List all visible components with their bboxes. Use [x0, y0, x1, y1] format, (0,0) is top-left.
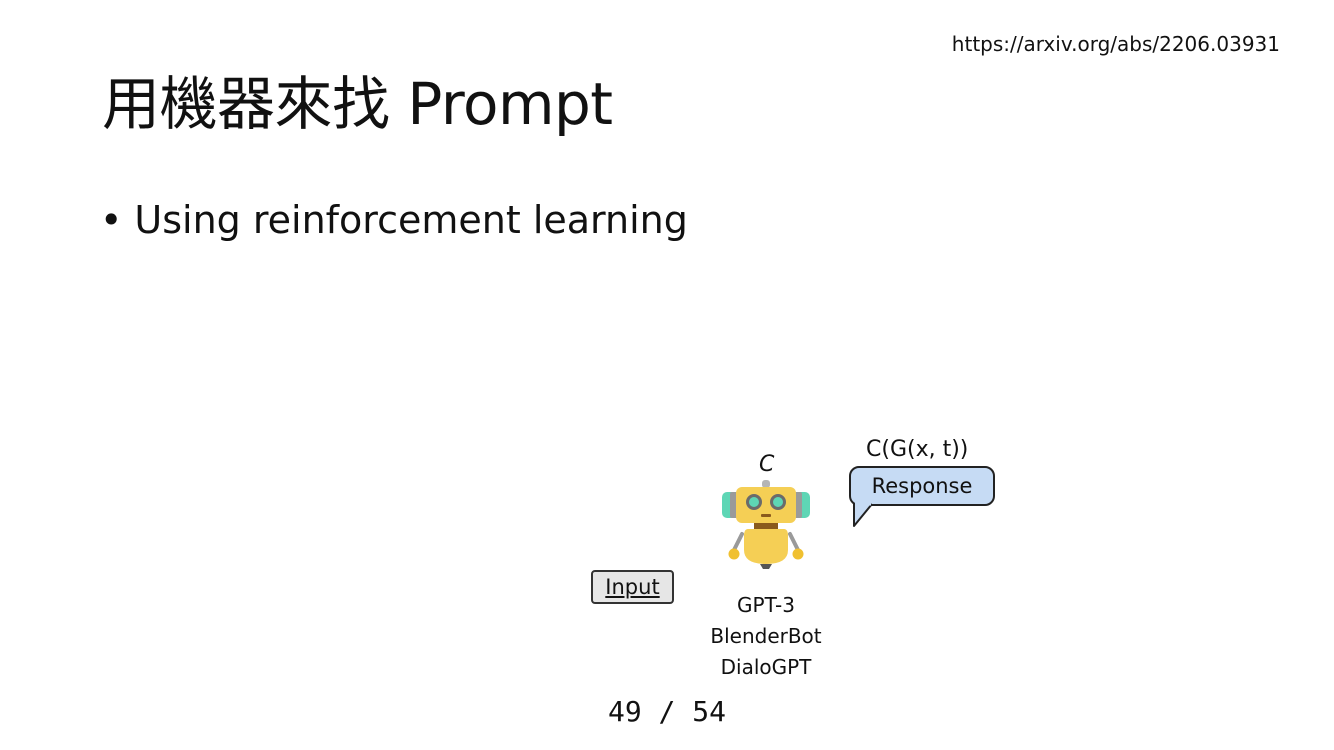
output-formula-label: C(G(x, t))	[866, 437, 969, 462]
speech-bubble-tail-icon	[853, 502, 873, 527]
model-name: DialoGPT	[720, 655, 812, 679]
slide-title: 用機器來找 Prompt	[102, 70, 613, 138]
response-label: Response	[871, 474, 973, 498]
bullet-item: • Using reinforcement learning	[100, 198, 688, 244]
model-name: BlenderBot	[710, 624, 822, 648]
input-label: Input	[605, 575, 660, 599]
input-box: Input	[591, 570, 674, 604]
bullet-text: Using reinforcement learning	[134, 198, 688, 242]
bullet-dot: •	[100, 198, 123, 242]
model-list: GPT-3 BlenderBot DialoGPT	[690, 590, 842, 683]
bullet-list: • Using reinforcement learning	[100, 198, 688, 244]
page-indicator: 49 / 54	[607, 695, 726, 728]
model-name: GPT-3	[737, 593, 795, 617]
robot-icon	[722, 480, 810, 569]
classifier-label: C	[759, 452, 775, 477]
response-bubble: Response	[849, 466, 995, 506]
source-url[interactable]: https://arxiv.org/abs/2206.03931	[952, 32, 1280, 56]
